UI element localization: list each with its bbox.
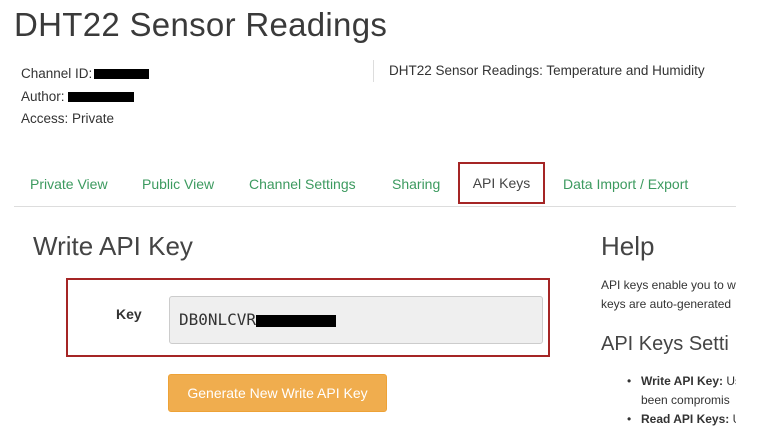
help-item-write-cont-text: been compromis [641,393,730,407]
help-item-read-text: U [729,412,736,426]
channel-description: DHT22 Sensor Readings: Temperature and H… [389,63,705,78]
help-line-2: keys are auto-generated [601,297,732,311]
channel-id-row: Channel ID: [21,63,150,86]
key-label: Key [116,306,142,322]
help-item-read-bold: Read API Keys: [641,412,730,426]
redacted-channel-id [94,69,150,80]
write-api-key-field[interactable]: DB0NLCVR [169,296,543,344]
help-item-write-cont: been compromis [601,391,736,410]
bullet-icon: • [627,374,632,388]
help-item-write-text: Us [726,374,736,388]
channel-meta: Channel ID: Author: Access: Private [21,63,150,131]
help-item-write: • Write API Key: Us [601,372,736,391]
redacted-author [67,91,134,102]
channel-tabs: Private View Public View Channel Setting… [14,162,736,207]
tab-channel-settings[interactable]: Channel Settings [249,162,356,206]
tab-api-keys[interactable]: API Keys [458,162,545,204]
page-title: DHT22 Sensor Readings [14,6,388,43]
help-list: • Write API Key: Us been compromis • Read … [601,372,736,429]
bullet-icon: • [627,412,632,426]
help-item-read: • Read API Keys: U [601,410,736,429]
generate-write-key-button[interactable]: Generate New Write API Key [168,374,387,412]
help-item-write-bold: Write API Key: [641,374,724,388]
tab-public-view[interactable]: Public View [142,162,214,206]
help-line-1: API keys enable you to w [601,278,736,292]
author-label: Author: [21,88,65,104]
tab-sharing[interactable]: Sharing [392,162,440,206]
key-value: DB0NLCVR [179,310,257,329]
write-key-highlight: Key DB0NLCVR [66,278,550,357]
help-subtitle: API Keys Setti [601,333,729,355]
channel-id-label: Channel ID: [21,66,93,81]
author-row: Author: [21,86,149,109]
write-api-key-title: Write API Key [33,231,193,261]
help-title: Help [601,231,655,261]
tab-private-view[interactable]: Private View [30,162,108,206]
access-row: Access: Private [21,111,115,126]
tab-data-import-export[interactable]: Data Import / Export [563,162,688,206]
meta-divider [373,60,374,82]
redacted-key [256,314,337,327]
help-text: API keys enable you to w keys are auto-g… [601,276,736,314]
